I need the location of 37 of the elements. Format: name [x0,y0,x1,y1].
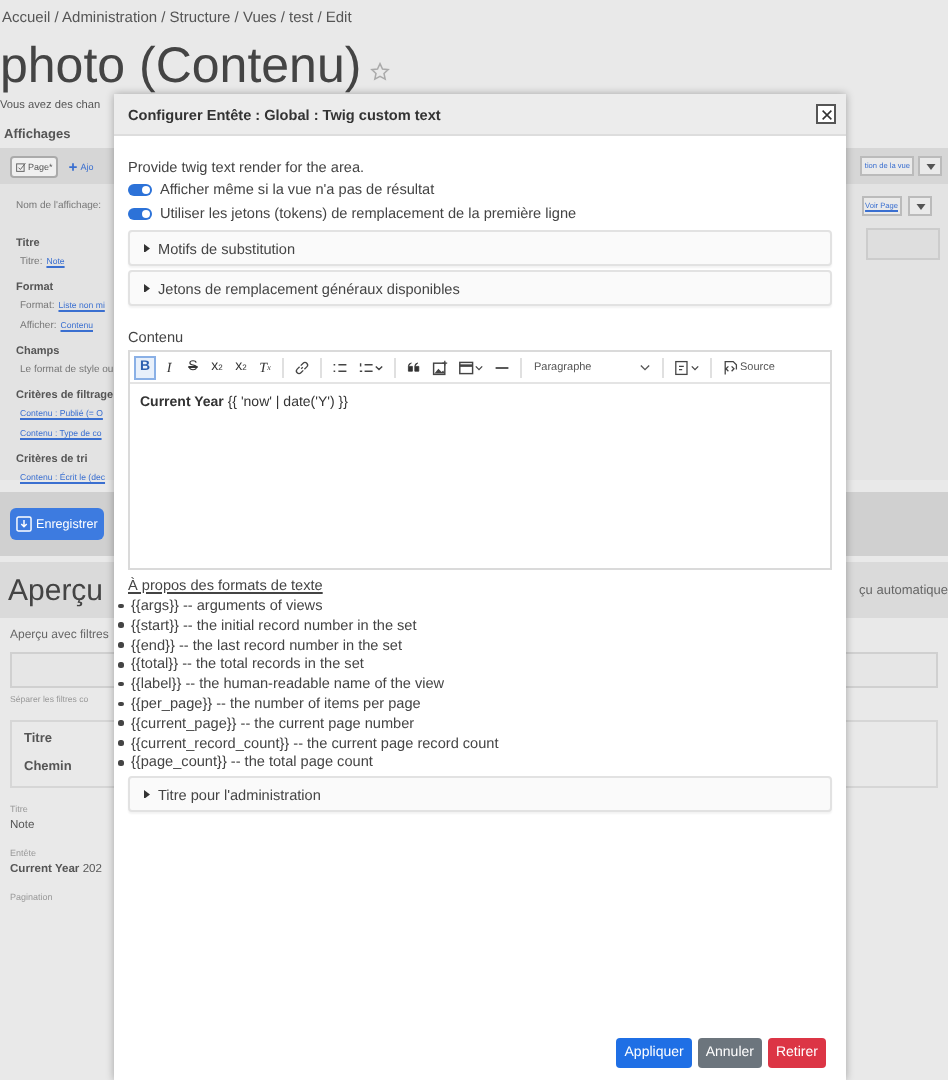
caret-icon [915,203,925,209]
toggle-switch[interactable] [128,184,152,196]
triangle-icon [144,283,150,293]
triangle-icon [144,243,150,253]
star-icon[interactable] [369,62,390,82]
plus-icon [68,161,79,171]
triangle-icon [144,789,150,799]
bulleted-list-icon [332,359,348,375]
bullet-icon [118,740,123,746]
template-button[interactable] [670,355,704,379]
link-icon [294,359,310,375]
page-title: photo (Contenu) [0,38,362,94]
dropdown-button[interactable] [918,156,942,176]
preview-title: Aperçu [8,573,104,607]
bullet-icon [118,760,123,766]
dropdown-button[interactable] [908,196,932,216]
table-icon [458,359,484,375]
bullet-icon [118,622,123,628]
quote-icon [406,359,422,375]
template-icon [674,359,700,375]
bullet-icon [118,701,123,707]
caret-icon [925,163,935,169]
bullet-icon [118,720,123,726]
close-icon [819,107,833,121]
image-icon [432,359,448,375]
bullet-icon [118,603,123,609]
toggle-switch[interactable] [128,208,152,220]
image-button[interactable] [428,355,452,379]
numbered-list-icon [358,359,384,375]
bullet-icon [118,681,123,687]
chevron-icon [640,363,650,371]
close-button[interactable] [816,104,836,124]
bullet-icon [118,662,123,668]
bullet-icon [118,642,123,648]
save-icon [16,516,32,532]
source-icon [722,359,738,375]
edit-icon [16,161,26,171]
